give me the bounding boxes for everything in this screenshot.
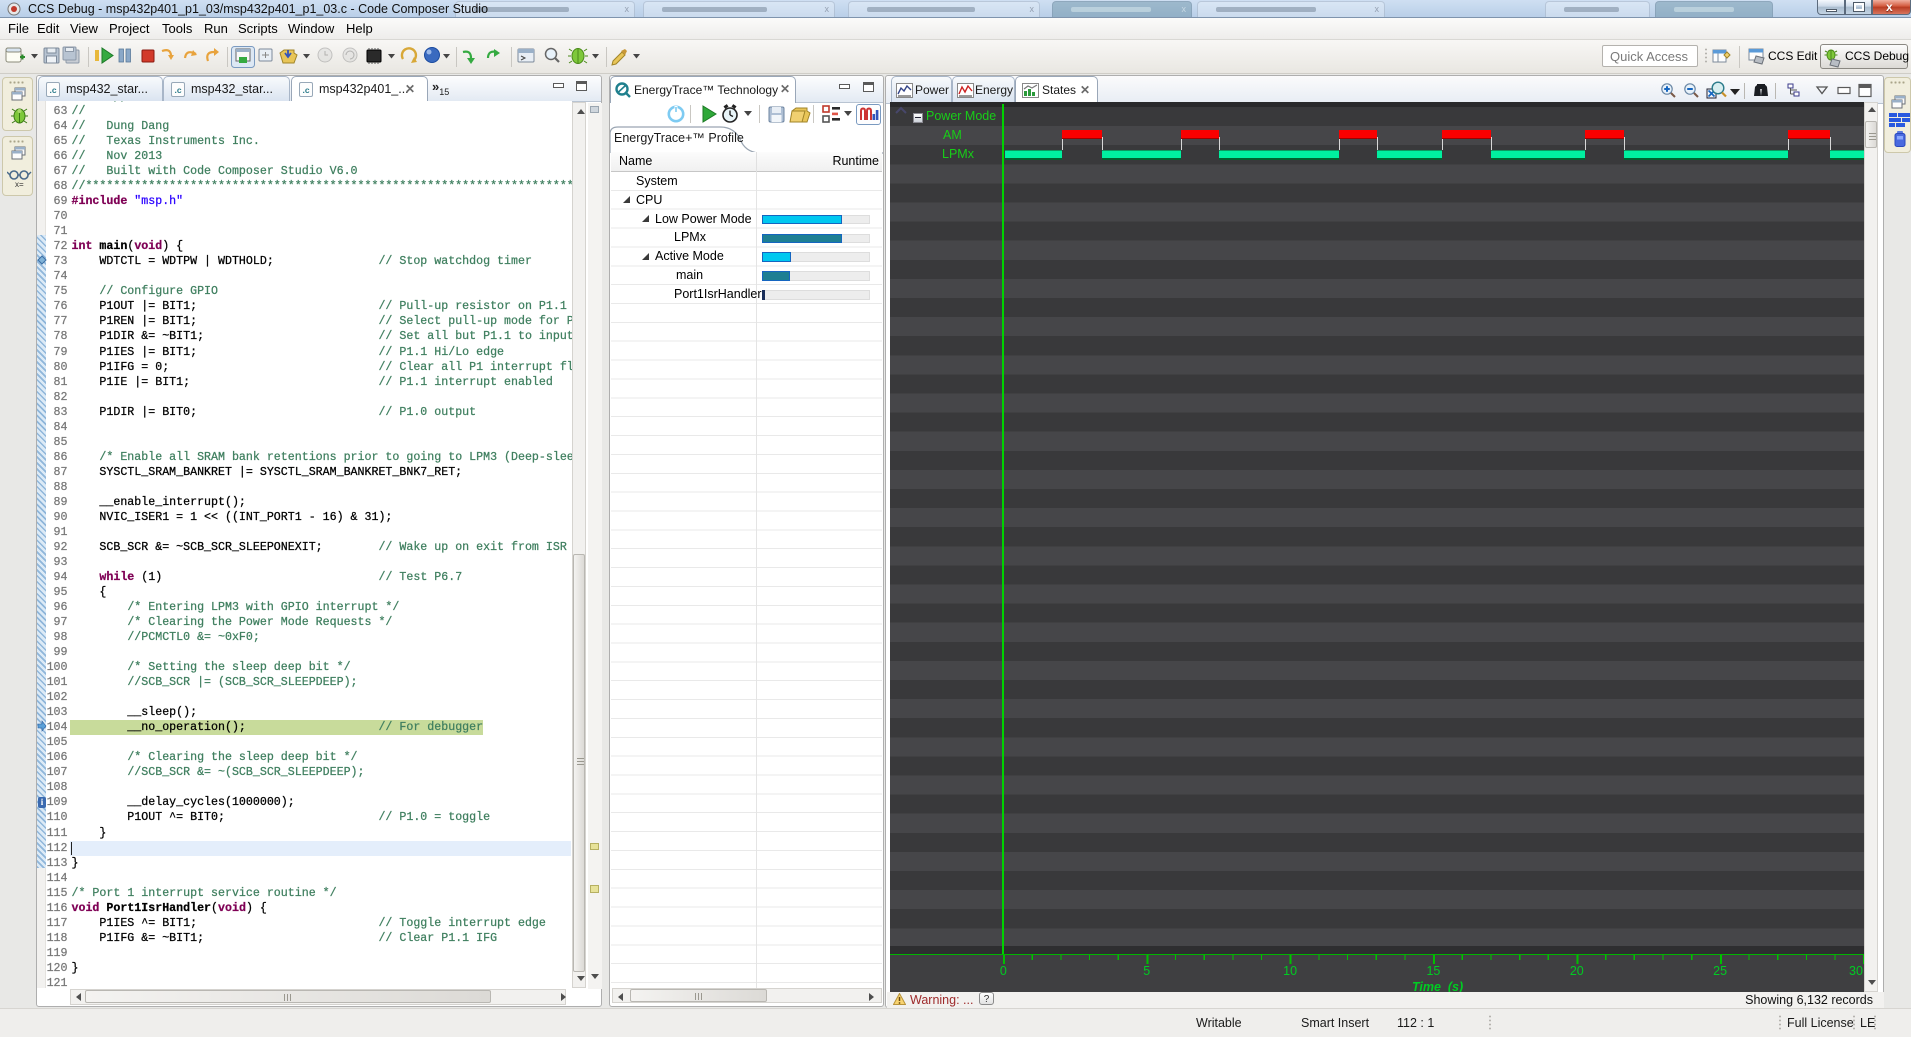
svg-text:x=: x= <box>15 180 24 189</box>
